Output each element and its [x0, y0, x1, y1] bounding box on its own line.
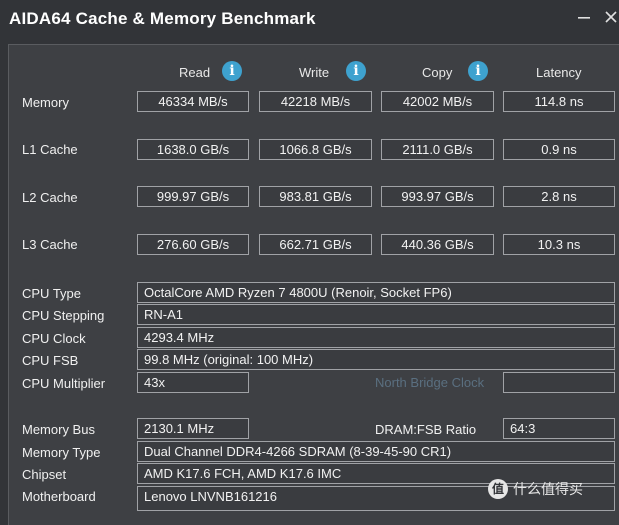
cpu-fsb-label: CPU FSB: [22, 353, 79, 368]
l3-read-value: 276.60 GB/s: [137, 234, 249, 255]
watermark-logo-icon: 值: [488, 479, 508, 499]
l3-latency-value: 10.3 ns: [503, 234, 615, 255]
l1-write-value: 1066.8 GB/s: [259, 139, 372, 160]
close-icon: [605, 11, 617, 23]
l1-copy-value: 2111.0 GB/s: [381, 139, 494, 160]
memory-latency-value: 114.8 ns: [503, 91, 615, 112]
window-title: AIDA64 Cache & Memory Benchmark: [9, 9, 316, 28]
memory-bus-label: Memory Bus: [22, 422, 95, 437]
column-header-read: Read: [179, 65, 211, 80]
write-info-icon[interactable]: i: [346, 61, 366, 81]
l2-read-value: 999.97 GB/s: [137, 186, 249, 207]
minimize-icon: [578, 17, 590, 19]
watermark-text: 什么值得买: [513, 481, 583, 497]
column-header-copy: Copy: [422, 65, 453, 80]
cpu-multiplier-value: 43x: [137, 372, 249, 393]
cpu-type-value: OctalCore AMD Ryzen 7 4800U (Renoir, Soc…: [137, 282, 615, 303]
l2-copy-value: 993.97 GB/s: [381, 186, 494, 207]
l3-copy-value: 440.36 GB/s: [381, 234, 494, 255]
row-label-memory: Memory: [22, 95, 69, 110]
l3-write-value: 662.71 GB/s: [259, 234, 372, 255]
l1-read-value: 1638.0 GB/s: [137, 139, 249, 160]
close-button[interactable]: [600, 6, 619, 28]
cpu-clock-value: 4293.4 MHz: [137, 327, 615, 348]
north-bridge-clock-label: North Bridge Clock: [375, 375, 485, 390]
copy-info-icon[interactable]: i: [468, 61, 488, 81]
memory-type-label: Memory Type: [22, 445, 101, 460]
row-label-l2-cache: L2 Cache: [22, 190, 78, 205]
minimize-button[interactable]: [573, 6, 595, 28]
l2-write-value: 983.81 GB/s: [259, 186, 372, 207]
l1-latency-value: 0.9 ns: [503, 139, 615, 160]
row-label-l3-cache: L3 Cache: [22, 237, 78, 252]
cpu-multiplier-label: CPU Multiplier: [22, 376, 106, 391]
memory-write-value: 42218 MB/s: [259, 91, 372, 112]
cpu-fsb-value: 99.8 MHz (original: 100 MHz): [137, 349, 615, 370]
watermark: 值 什么值得买: [488, 478, 583, 500]
memory-type-value: Dual Channel DDR4-4266 SDRAM (8-39-45-90…: [137, 441, 615, 462]
motherboard-label: Motherboard: [22, 489, 96, 504]
cpu-stepping-value: RN-A1: [137, 304, 615, 325]
cpu-stepping-label: CPU Stepping: [22, 308, 105, 323]
chipset-label: Chipset: [22, 467, 67, 482]
north-bridge-clock-value: [503, 372, 615, 393]
cpu-clock-label: CPU Clock: [22, 331, 86, 346]
column-header-latency: Latency: [536, 65, 582, 80]
dram-fsb-ratio-label: DRAM:FSB Ratio: [375, 422, 477, 437]
memory-copy-value: 42002 MB/s: [381, 91, 494, 112]
memory-bus-value: 2130.1 MHz: [137, 418, 249, 439]
row-label-l1-cache: L1 Cache: [22, 142, 78, 157]
memory-read-value: 46334 MB/s: [137, 91, 249, 112]
column-header-write: Write: [299, 65, 330, 80]
l2-latency-value: 2.8 ns: [503, 186, 615, 207]
read-info-icon[interactable]: i: [222, 61, 242, 81]
dram-fsb-ratio-value: 64:3: [503, 418, 615, 439]
cpu-type-label: CPU Type: [22, 286, 82, 301]
